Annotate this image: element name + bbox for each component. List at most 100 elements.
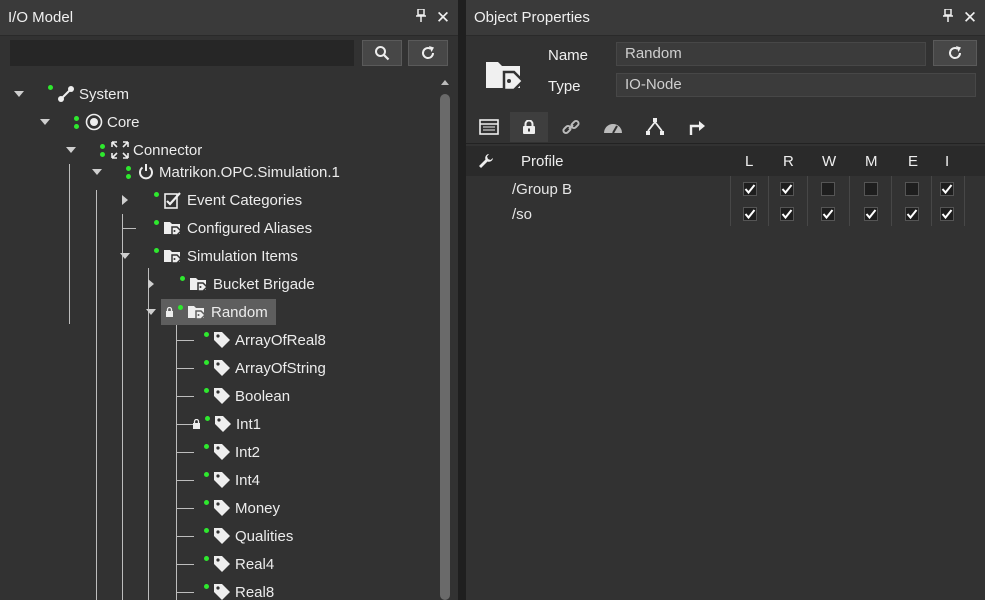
tree-item-real8[interactable]: Real8 [204,580,278,600]
io-model-panel: I/O Model ✕ System Core Connector Matrik… [0,0,458,600]
expand-arrow-icon[interactable] [146,307,160,317]
pin-icon[interactable] [937,8,959,26]
tree-item-core[interactable]: Core [40,110,144,134]
tree-scrollbar[interactable] [438,78,452,600]
permission-checkbox-e[interactable] [905,207,919,221]
tab-links[interactable] [552,112,590,142]
tree-item-matrikon[interactable]: Matrikon.OPC.Simulation.1 [92,160,344,184]
status-dot [154,191,159,197]
table-row[interactable]: /Group B [466,178,985,203]
expand-arrows-icon [111,141,129,159]
permission-checkbox-m[interactable] [864,207,878,221]
tree-item-boolean[interactable]: Boolean [204,384,294,408]
profile-header: Profile [521,153,564,170]
expand-arrow-icon[interactable] [120,251,134,261]
tree-item-int4[interactable]: Int4 [204,468,264,492]
search-icon [375,46,390,61]
tree-item-system[interactable]: System [14,82,133,106]
status-dot [204,527,209,533]
status-dot [180,275,185,281]
tab-general[interactable] [470,112,508,142]
tree-item-int2[interactable]: Int2 [204,440,264,464]
tab-hierarchy[interactable] [636,112,674,142]
tag-icon [214,584,230,600]
permission-checkbox-r[interactable] [780,182,794,196]
tree-item-simulation-items[interactable]: Simulation Items [120,244,302,268]
io-model-titlebar: I/O Model ✕ [0,0,458,36]
permission-checkbox-i[interactable] [940,182,954,196]
tree-item-connector[interactable]: Connector [66,138,206,162]
folder-tag-icon [188,306,207,320]
refresh-icon [422,46,435,59]
tree-item-event-categories[interactable]: Event Categories [120,188,306,212]
tree-item-label: Int1 [236,415,262,433]
expand-arrow-icon[interactable] [66,145,80,155]
permission-checkbox-l[interactable] [743,207,757,221]
status-dot [154,247,159,253]
permission-checkbox-r[interactable] [780,207,794,221]
tree-item-bucket-brigade[interactable]: Bucket Brigade [146,272,319,296]
search-input[interactable] [10,40,354,66]
permission-checkbox-l[interactable] [743,182,757,196]
route-tab-icon [689,121,705,135]
permission-checkbox-e[interactable] [905,182,919,196]
tree-item-random[interactable]: Random [146,299,276,325]
tree-guide-line [122,228,136,229]
name-refresh-button[interactable] [933,40,977,66]
search-button[interactable] [362,40,402,66]
collapse-arrow-icon[interactable] [120,195,134,205]
property-tabs [466,110,985,144]
tab-security[interactable] [510,112,548,142]
collapse-arrow-icon[interactable] [146,279,160,289]
close-icon[interactable]: ✕ [432,8,454,28]
tree-item-label: Int2 [235,443,261,461]
tag-icon [214,444,230,460]
status-dot [205,415,210,421]
name-field[interactable]: Random [616,42,926,66]
column-header-w: W [822,153,837,170]
tree-item-label: Real8 [235,583,275,600]
hierarchy-tab-icon [646,118,664,135]
pin-icon[interactable] [410,8,432,26]
tree-item-label: Random [211,303,268,321]
tree-item-configured-aliases[interactable]: Configured Aliases [146,216,316,240]
tag-icon [214,388,230,404]
close-icon[interactable]: ✕ [959,8,981,28]
status-dot [126,165,131,179]
tree-item-real4[interactable]: Real4 [204,552,278,576]
general-tab-icon [479,119,499,135]
expand-arrow-icon[interactable] [14,89,28,99]
tree-item-label: Money [235,499,281,517]
scroll-thumb[interactable] [440,94,450,600]
permission-checkbox-w[interactable] [821,207,835,221]
tree-item-arrayofreal8[interactable]: ArrayOfReal8 [204,328,330,352]
column-header-i: I [945,153,950,170]
tree-item-label: ArrayOfString [235,359,326,377]
object-properties-title: Object Properties [474,9,590,26]
link-tab-icon [562,119,580,135]
permission-checkbox-m[interactable] [864,182,878,196]
object-properties-panel: Object Properties ✕ Name Random Type IO-… [466,0,985,600]
status-dot [204,555,209,561]
table-row[interactable]: /so [466,203,985,228]
expand-arrow-icon[interactable] [92,167,106,177]
panel-divider[interactable] [458,0,466,600]
link-icon [58,86,74,102]
tree-item-arrayofstring[interactable]: ArrayOfString [204,356,330,380]
tree-item-qualities[interactable]: Qualities [204,524,297,548]
status-dot [204,331,209,337]
permission-checkbox-i[interactable] [940,207,954,221]
wrench-icon[interactable] [478,153,494,169]
tab-route[interactable] [678,112,716,142]
tree-guide-line [176,480,194,481]
status-dot [204,387,209,393]
scroll-up-icon[interactable] [441,80,449,85]
refresh-button[interactable] [408,40,448,66]
tree-item-money[interactable]: Money [204,496,284,520]
checklist-icon [164,192,181,209]
tab-gauge[interactable] [594,112,632,142]
permission-checkbox-w[interactable] [821,182,835,196]
expand-arrow-icon[interactable] [40,117,54,127]
tree-item-int1[interactable]: Int1 [192,412,265,436]
type-field: IO-Node [616,73,976,97]
